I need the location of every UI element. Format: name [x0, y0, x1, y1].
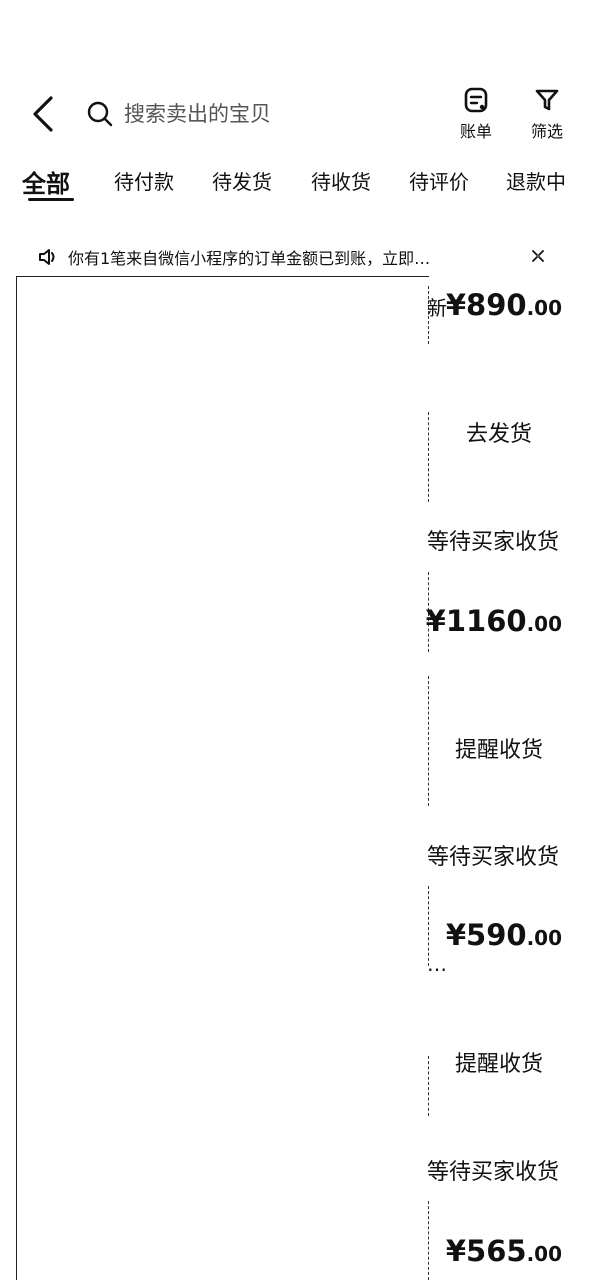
tab-refunding[interactable]: 退款中	[506, 166, 566, 195]
divider	[428, 412, 429, 502]
order-status: 等待买家收货	[427, 845, 560, 870]
bill-button[interactable]: 账单	[446, 86, 506, 142]
bill-icon	[464, 87, 488, 113]
filter-icon	[535, 89, 559, 111]
back-button[interactable]	[26, 94, 60, 134]
filter-label: 筛选	[530, 122, 563, 141]
order-status-tabs: 全部 待付款 待发货 待收货 待评价 退款中	[0, 160, 590, 204]
divider	[428, 1056, 429, 1116]
notice-bar[interactable]: 你有1笔来自微信小程序的订单金额已到账，立即…	[38, 242, 558, 272]
bill-label: 账单	[459, 122, 492, 141]
divider	[428, 1201, 429, 1280]
tab-pending-payment[interactable]: 待付款	[114, 166, 174, 195]
tab-pending-review[interactable]: 待评价	[409, 166, 469, 195]
remind-receipt-button[interactable]: 提醒收货	[444, 1042, 554, 1082]
order-list: 新 ¥890.00 去发货 等待买家收货 ¥1160.00 提醒收货 等待买家收…	[0, 276, 590, 1280]
active-tab-indicator	[28, 198, 74, 201]
tab-pending-shipment[interactable]: 待发货	[212, 166, 272, 195]
tab-pending-receipt[interactable]: 待收货	[311, 166, 371, 195]
order-price: ¥1160.00	[425, 604, 562, 638]
notice-text: 你有1笔来自微信小程序的订单金额已到账，立即…	[68, 249, 431, 268]
speaker-icon	[39, 249, 55, 265]
divider	[428, 676, 429, 806]
product-image-area	[16, 276, 429, 1280]
order-title-fragment: …	[427, 952, 447, 976]
order-price: ¥890.00	[445, 288, 562, 322]
header: 账单 筛选	[0, 0, 590, 160]
filter-button[interactable]: 筛选	[517, 86, 577, 142]
remind-receipt-button[interactable]: 提醒收货	[444, 728, 554, 768]
order-price: ¥565.00	[445, 1234, 562, 1268]
order-status: 等待买家收货	[427, 530, 560, 555]
tab-all[interactable]: 全部	[22, 164, 70, 199]
order-price: ¥590.00	[445, 918, 562, 952]
order-title-fragment: 新	[427, 296, 447, 320]
order-status: 等待买家收货	[427, 1160, 560, 1185]
close-icon[interactable]	[528, 246, 548, 266]
search-icon	[87, 101, 113, 127]
search-bar[interactable]	[86, 96, 416, 132]
search-input[interactable]	[124, 102, 404, 126]
chevron-left-icon	[33, 96, 53, 132]
ship-button[interactable]: 去发货	[444, 412, 554, 452]
